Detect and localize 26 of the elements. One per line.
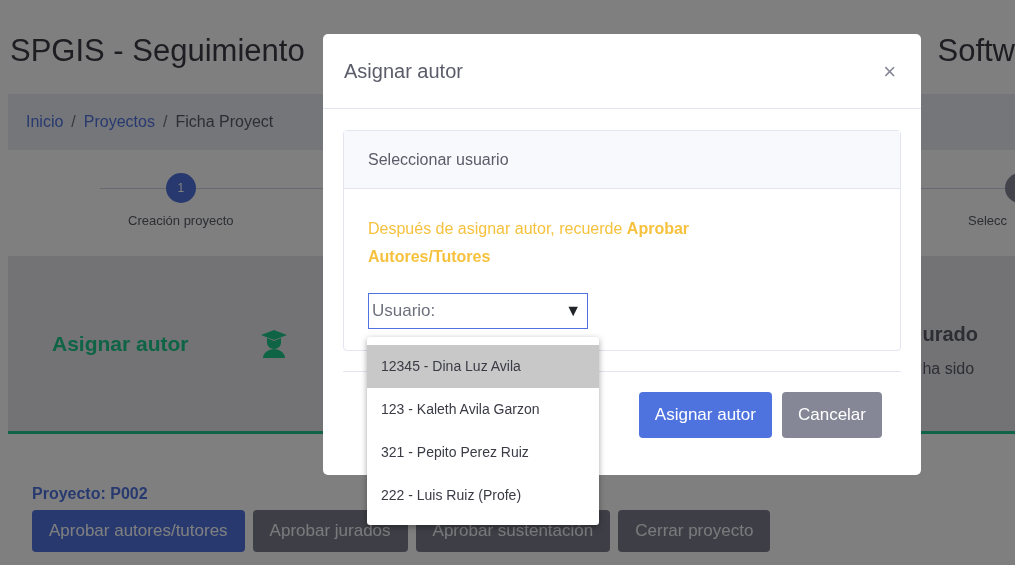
user-select[interactable]: Usuario: ▼: [368, 293, 588, 329]
dropdown-option[interactable]: 321 - Pepito Perez Ruiz: [367, 431, 599, 474]
notice-text: Después de asignar autor, recuerde Aprobar Autores/Tutores: [368, 219, 691, 267]
page-title: Softw: [937, 31, 1015, 70]
step-number: 1: [165, 173, 196, 203]
close-button[interactable]: ×: [879, 54, 900, 88]
page-title: SPGIS - Seguimiento: [10, 31, 305, 70]
breadcrumb-current: Ficha Proyect: [175, 112, 274, 132]
cancel-button[interactable]: Cancelar: [781, 392, 882, 438]
breadcrumb-link[interactable]: Inicio: [26, 110, 64, 134]
stage-title: Asignar autor: [52, 330, 189, 357]
project-label: Proyecto: P002: [32, 484, 148, 504]
stage-title: urado: [922, 321, 978, 347]
breadcrumb-separator: /: [71, 112, 76, 132]
card-header: Seleccionar usuario: [344, 131, 900, 189]
assign-button[interactable]: Asignar autor: [638, 392, 772, 438]
breadcrumb-separator: /: [162, 112, 168, 132]
breadcrumb-link[interactable]: Proyectos: [83, 110, 155, 134]
step-label: Creación proyecto: [128, 212, 234, 230]
action-button[interactable]: Aprobar autores/tutores: [32, 510, 245, 552]
graduate-icon: [260, 329, 287, 358]
step-label: Selecc: [968, 212, 1008, 230]
dropdown-option[interactable]: 12345 - Dina Luz Avila: [367, 345, 599, 388]
modal-title: Asignar autor: [344, 59, 463, 84]
dropdown-option[interactable]: 123 - Kaleth Avila Garzon: [367, 388, 599, 431]
stage-text: ha sido: [922, 358, 976, 379]
